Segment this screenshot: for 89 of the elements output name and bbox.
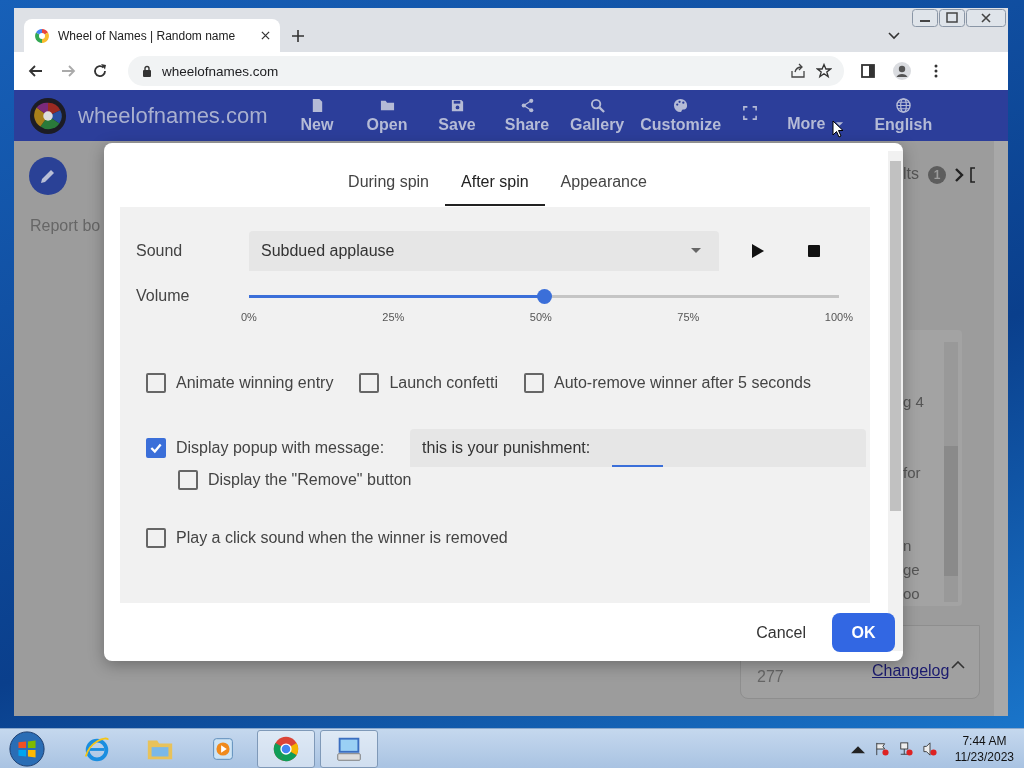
browser-tab[interactable]: Wheel of Names | Random name: [24, 19, 280, 52]
nav-button[interactable]: New: [290, 93, 344, 138]
site-name[interactable]: wheelofnames.com: [78, 102, 278, 129]
nav-button[interactable]: Save: [430, 93, 484, 138]
share-icon[interactable]: [790, 63, 806, 79]
nav-button[interactable]: Share: [500, 93, 554, 138]
share-icon: [519, 97, 535, 113]
entry-text: n: [903, 537, 912, 554]
back-icon[interactable]: [28, 63, 44, 79]
reload-icon[interactable]: [92, 63, 108, 79]
caret-icon: [835, 120, 845, 127]
more-menu-button[interactable]: More: [787, 94, 845, 137]
app-logo-icon: [34, 27, 50, 44]
entry-text: oo: [903, 585, 920, 602]
star-icon[interactable]: [816, 63, 832, 79]
pencil-icon[interactable]: [29, 157, 67, 195]
bracket-icon: [970, 167, 976, 183]
results-tab-label[interactable]: lts: [903, 165, 919, 183]
checkbox-label: Display popup with message:: [176, 439, 385, 457]
tick-label: 0%: [241, 311, 257, 323]
taskbar-app[interactable]: [320, 729, 378, 768]
cancel-button[interactable]: Cancel: [746, 615, 816, 650]
field-label: Sound: [135, 242, 184, 260]
chevron-down-icon[interactable]: [888, 32, 900, 40]
play-icon[interactable]: [752, 244, 764, 258]
entry-text: ge: [903, 561, 920, 578]
checkbox-label: Launch confetti: [389, 374, 498, 392]
checkbox[interactable]: [146, 528, 166, 548]
new-tab-icon[interactable]: [292, 30, 304, 42]
tick-label: 25%: [382, 311, 405, 323]
count-badge: 1: [928, 166, 946, 184]
volume-slider[interactable]: [249, 289, 839, 304]
tick-label: 50%: [529, 311, 552, 323]
save-icon: [449, 97, 465, 113]
entry-text: g 4: [903, 393, 924, 410]
field-label: Volume: [135, 287, 191, 305]
nav-button[interactable]: Open: [360, 93, 414, 138]
nav-button[interactable]: Customize: [640, 93, 722, 138]
entry-count: 277: [757, 668, 784, 686]
chevron-up-icon[interactable]: [951, 661, 965, 669]
search-icon: [589, 97, 605, 113]
checkbox[interactable]: [146, 373, 166, 393]
checkbox[interactable]: [146, 438, 166, 458]
palette-icon: [673, 97, 689, 113]
maximize-icon[interactable]: [939, 9, 965, 27]
flag-icon[interactable]: [874, 741, 889, 756]
sound-select[interactable]: Subdued applause: [249, 231, 719, 271]
entry-text: for: [903, 464, 921, 481]
tick-label: 75%: [677, 311, 700, 323]
caret-icon: [691, 248, 701, 254]
fullscreen-icon[interactable]: [743, 105, 758, 120]
message-field[interactable]: this is your punishment:: [410, 429, 867, 467]
changelog-link[interactable]: Changelog: [872, 662, 950, 680]
dialog-tab[interactable]: Appearance: [544, 164, 663, 206]
clock-time[interactable]: 7:44 AM: [962, 733, 1007, 748]
language-button[interactable]: English: [874, 93, 933, 138]
dialog-tab[interactable]: During spin: [332, 164, 445, 206]
url-text: wheelofnames.com: [162, 63, 279, 79]
checkbox-label: Auto-remove winner after 5 seconds: [553, 374, 811, 392]
close-icon[interactable]: [966, 9, 1006, 27]
address-bar[interactable]: wheelofnames.com: [128, 56, 844, 86]
tick-label: 100%: [824, 311, 853, 323]
scrollbar[interactable]: [944, 342, 958, 602]
checkbox-label: Display the "Remove" button: [208, 471, 412, 489]
wheel-logo-icon[interactable]: [29, 96, 67, 135]
checkbox-label: Play a click sound when the winner is removed: [176, 529, 508, 547]
checkbox-label: Animate winning entry: [176, 374, 334, 392]
chevron-right-icon[interactable]: [954, 167, 964, 183]
close-icon[interactable]: [261, 31, 270, 40]
side-panel-icon[interactable]: [860, 63, 876, 79]
lock-icon: [142, 65, 152, 77]
minimize-icon[interactable]: [912, 9, 938, 27]
ok-button[interactable]: OK: [832, 613, 895, 652]
scrollbar[interactable]: [888, 151, 903, 651]
profile-icon[interactable]: [892, 61, 912, 81]
nav-button[interactable]: Gallery: [570, 93, 625, 138]
checkbox[interactable]: [178, 470, 198, 490]
clock-date[interactable]: 11/23/2023: [954, 749, 1014, 764]
slider-thumb[interactable]: [537, 289, 552, 304]
checkmark-icon: [149, 441, 163, 455]
scrollbar[interactable]: [994, 141, 1008, 716]
taskbar-app[interactable]: [257, 729, 315, 768]
mouse-cursor-icon: [832, 120, 844, 138]
start-button-icon[interactable]: [8, 729, 46, 768]
network-icon[interactable]: [898, 741, 913, 756]
speaker-icon[interactable]: [922, 741, 937, 756]
checkbox[interactable]: [523, 373, 544, 393]
globe-icon: [895, 97, 911, 113]
checkbox[interactable]: [359, 373, 380, 393]
